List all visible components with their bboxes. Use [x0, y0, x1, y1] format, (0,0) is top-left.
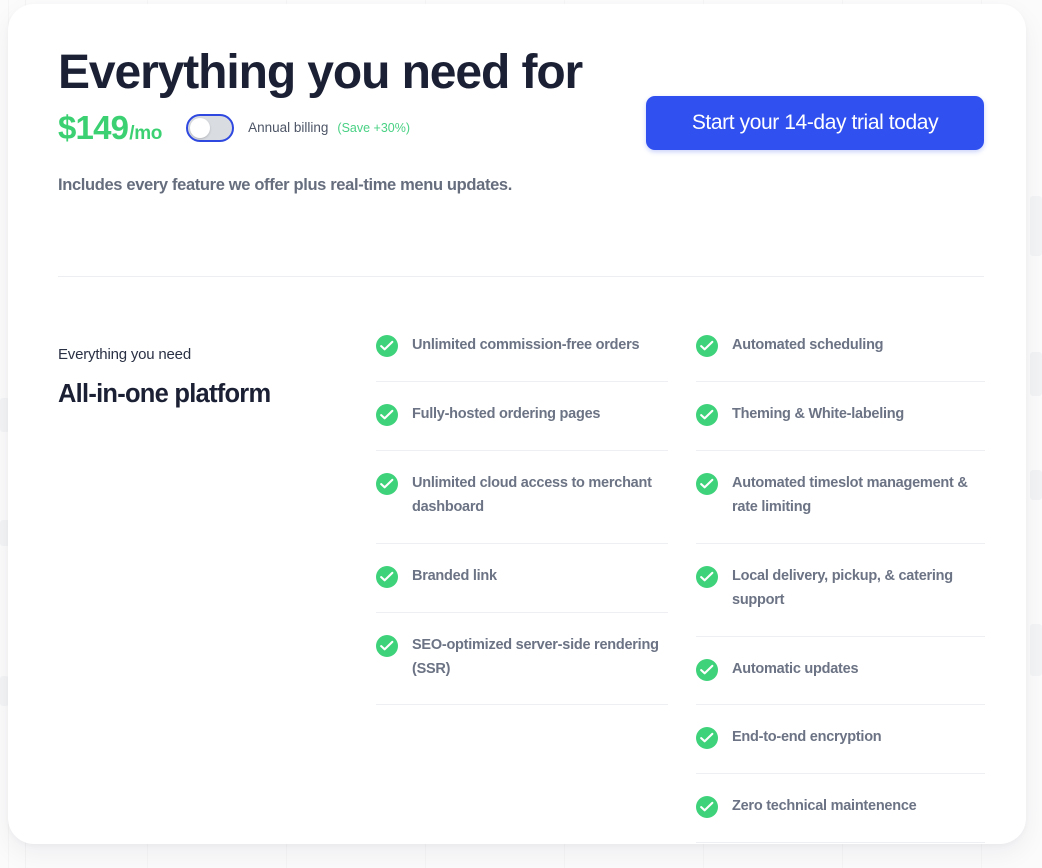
check-circle-icon [696, 566, 718, 588]
check-circle-icon [696, 473, 718, 495]
feature-column-left: Unlimited commission-free orders Fully-ho… [376, 334, 668, 705]
check-circle-icon [696, 404, 718, 426]
page-title: Everything you need for [58, 48, 658, 98]
features-intro: Everything you need All-in-one platform [58, 334, 376, 409]
annual-billing-toggle[interactable] [186, 114, 234, 142]
check-circle-icon [376, 335, 398, 357]
feature-label: Branded link [412, 565, 497, 589]
price-amount: $149 /mo [58, 111, 162, 144]
price-value: $149 [58, 111, 128, 144]
features-section: Everything you need All-in-one platform … [58, 334, 984, 843]
check-circle-icon [696, 335, 718, 357]
hero-section: Everything you need for $149 /mo Annual … [58, 48, 984, 146]
feature-item: Automated scheduling [696, 334, 985, 382]
check-circle-icon [376, 566, 398, 588]
feature-label: Fully-hosted ordering pages [412, 403, 600, 427]
feature-label: Automatic updates [732, 658, 858, 682]
feature-label: Unlimited commission-free orders [412, 334, 639, 358]
feature-label: Local delivery, pickup, & catering suppo… [732, 565, 985, 613]
feature-item: Branded link [376, 565, 668, 613]
feature-label: End-to-end encryption [732, 726, 881, 750]
feature-item: Fully-hosted ordering pages [376, 403, 668, 451]
feature-item: End-to-end encryption [696, 726, 985, 774]
annual-billing-label: Annual billing [248, 120, 328, 135]
annual-billing-savings-badge: (Save +30%) [337, 121, 410, 135]
check-circle-icon [376, 404, 398, 426]
feature-item: SEO-optimized server-side rendering (SSR… [376, 634, 668, 706]
feature-label: Automated timeslot management & rate lim… [732, 472, 985, 520]
feature-item: Local delivery, pickup, & catering suppo… [696, 565, 985, 637]
price-period: /mo [129, 124, 162, 143]
toggle-switch-icon [190, 118, 210, 138]
feature-column-right: Automated scheduling Theming & White-labe… [696, 334, 985, 843]
feature-item: Unlimited commission-free orders [376, 334, 668, 382]
price-row: $149 /mo Annual billing (Save +30%) [58, 110, 658, 146]
header-divider [58, 276, 984, 277]
feature-label: Theming & White-labeling [732, 403, 904, 427]
feature-item: Zero technical maintenence [696, 795, 985, 843]
hero-left: Everything you need for $149 /mo Annual … [58, 48, 658, 146]
feature-label: Automated scheduling [732, 334, 883, 358]
check-circle-icon [376, 473, 398, 495]
feature-item: Theming & White-labeling [696, 403, 985, 451]
feature-item: Automatic updates [696, 658, 985, 706]
features-eyebrow: Everything you need [58, 346, 376, 363]
features-title: All-in-one platform [58, 380, 376, 409]
check-circle-icon [696, 727, 718, 749]
check-circle-icon [376, 635, 398, 657]
start-trial-button[interactable]: Start your 14-day trial today [646, 96, 984, 150]
check-circle-icon [696, 796, 718, 818]
pricing-card: Everything you need for $149 /mo Annual … [8, 4, 1026, 844]
check-circle-icon [696, 659, 718, 681]
feature-item: Automated timeslot management & rate lim… [696, 472, 985, 544]
hero-subtitle: Includes every feature we offer plus rea… [58, 176, 512, 195]
feature-label: Unlimited cloud access to merchant dashb… [412, 472, 668, 520]
feature-item: Unlimited cloud access to merchant dashb… [376, 472, 668, 544]
feature-label: Zero technical maintenence [732, 795, 916, 819]
feature-label: SEO-optimized server-side rendering (SSR… [412, 634, 668, 682]
